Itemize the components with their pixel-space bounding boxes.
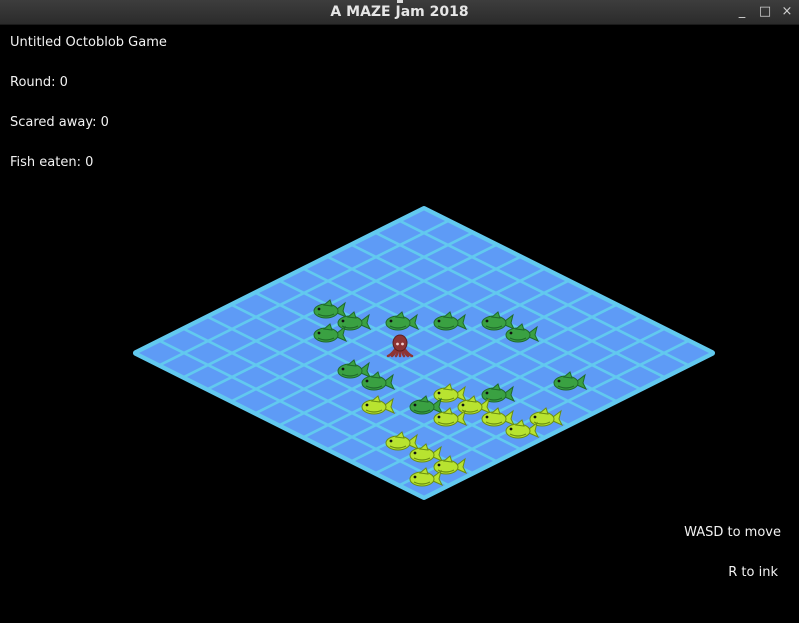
minimize-button[interactable]: _ bbox=[733, 3, 751, 21]
maximize-button[interactable]: □ bbox=[756, 3, 774, 21]
window-title: A MAZE Jam 2018 bbox=[330, 4, 469, 20]
close-button[interactable]: × bbox=[778, 3, 796, 21]
game-board[interactable] bbox=[0, 25, 799, 623]
titlebar-notch bbox=[397, 0, 403, 3]
window-titlebar[interactable]: A MAZE Jam 2018 _ □ × bbox=[0, 0, 799, 25]
